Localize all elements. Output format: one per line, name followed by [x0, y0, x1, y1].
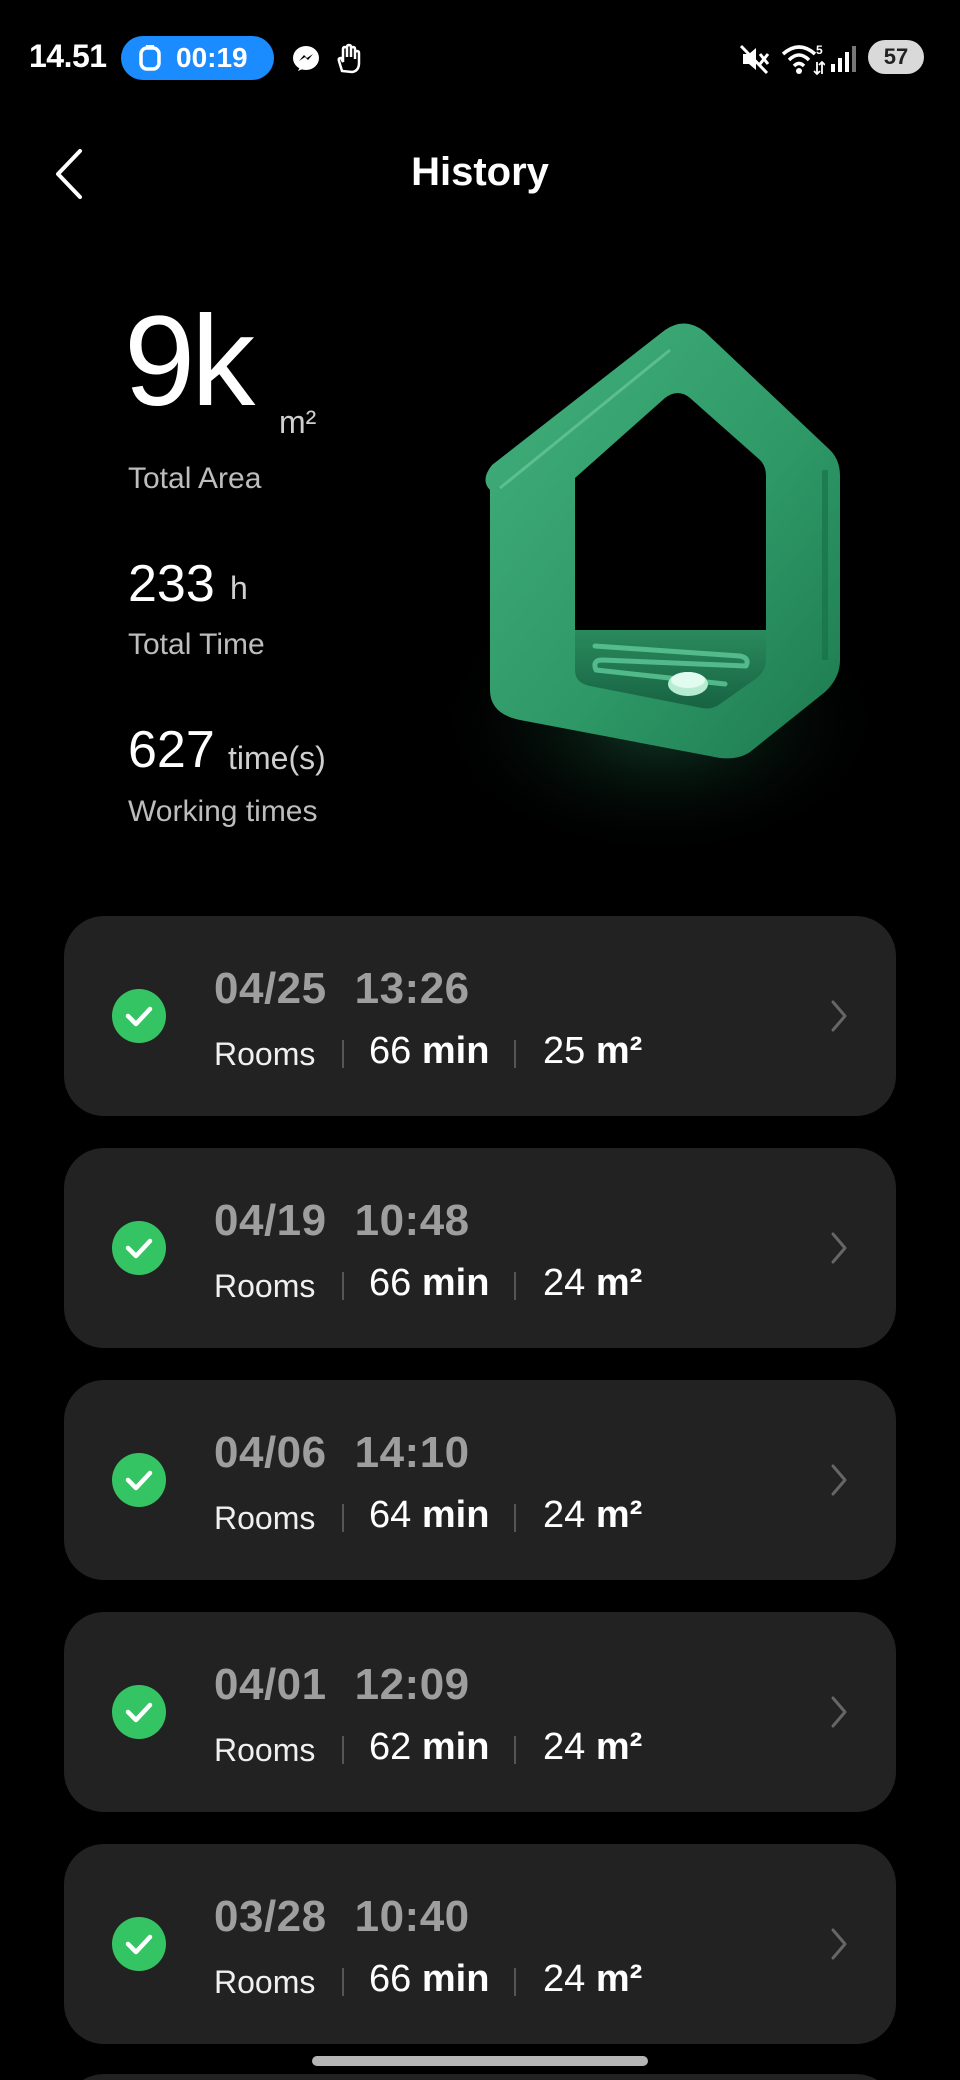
- divider: [514, 1272, 516, 1300]
- divider: [514, 1504, 516, 1532]
- total-time-label: Total Time: [128, 628, 265, 661]
- record-datetime: 04/19 10:48: [214, 1196, 470, 1245]
- divider: [514, 1040, 516, 1068]
- record-duration: 66 min: [369, 1030, 490, 1072]
- hand-gesture-icon: [332, 40, 364, 78]
- record-duration: 62 min: [369, 1726, 490, 1768]
- messenger-icon: [290, 40, 322, 78]
- divider: [342, 1968, 344, 1996]
- record-mode: Rooms: [214, 1268, 316, 1304]
- record-datetime: 04/01 12:09: [214, 1660, 470, 1709]
- chevron-right-icon: [828, 1690, 850, 1734]
- record-mode: Rooms: [214, 1500, 316, 1536]
- record-datetime: 04/06 14:10: [214, 1428, 470, 1477]
- status-bar: 14.51 00:19 5 57: [0, 0, 960, 115]
- record-area: 24 m²: [543, 1494, 643, 1536]
- status-time: 14.51: [29, 38, 107, 74]
- history-record[interactable]: 04/01 12:09 Rooms 62 min 24 m²: [64, 1612, 896, 1812]
- working-times-label: Working times: [128, 795, 318, 828]
- mute-icon: [738, 40, 772, 78]
- working-times-value: 627: [128, 721, 215, 779]
- wifi-icon: 5: [780, 40, 826, 78]
- record-mode: Rooms: [214, 1036, 316, 1072]
- history-record[interactable]: 04/06 14:10 Rooms 64 min 24 m²: [64, 1380, 896, 1580]
- timer-text: 00:19: [176, 42, 248, 73]
- record-duration: 66 min: [369, 1958, 490, 2000]
- total-area-value: 9k: [124, 290, 255, 433]
- history-record[interactable]: 04/25 13:26 Rooms 66 min 25 m²: [64, 916, 896, 1116]
- divider: [342, 1504, 344, 1532]
- home-indicator[interactable]: [312, 2056, 648, 2066]
- stopwatch-icon: [138, 45, 162, 71]
- page-title: History: [411, 150, 549, 194]
- history-record-peek[interactable]: [64, 2074, 896, 2080]
- check-icon: [112, 989, 166, 1043]
- divider: [342, 1736, 344, 1764]
- chevron-right-icon: [828, 994, 850, 1038]
- record-datetime: 03/28 10:40: [214, 1892, 470, 1941]
- record-area: 24 m²: [543, 1958, 643, 2000]
- record-area: 25 m²: [543, 1030, 643, 1072]
- record-area: 24 m²: [543, 1262, 643, 1304]
- timer-pill[interactable]: 00:19: [121, 36, 274, 80]
- record-mode: Rooms: [214, 1964, 316, 2000]
- history-record[interactable]: 03/28 10:40 Rooms 66 min 24 m²: [64, 1844, 896, 2044]
- house-illustration: [420, 300, 890, 860]
- chevron-right-icon: [828, 1226, 850, 1270]
- total-time-value: 233: [128, 555, 215, 613]
- check-icon: [112, 1917, 166, 1971]
- history-record[interactable]: 04/19 10:48 Rooms 66 min 24 m²: [64, 1148, 896, 1348]
- total-area-unit: m²: [279, 404, 317, 440]
- record-duration: 64 min: [369, 1494, 490, 1536]
- record-duration: 66 min: [369, 1262, 490, 1304]
- signal-icon: [828, 40, 858, 78]
- record-datetime: 04/25 13:26: [214, 964, 470, 1013]
- chevron-right-icon: [828, 1922, 850, 1966]
- check-icon: [112, 1453, 166, 1507]
- record-area: 24 m²: [543, 1726, 643, 1768]
- record-mode: Rooms: [214, 1732, 316, 1768]
- chevron-right-icon: [828, 1458, 850, 1502]
- check-icon: [112, 1221, 166, 1275]
- working-times-unit: time(s): [228, 740, 326, 776]
- divider: [342, 1272, 344, 1300]
- history-screen: 14.51 00:19 5 57 History 9k m² Total Are…: [0, 0, 960, 2080]
- total-area-label: Total Area: [128, 462, 262, 495]
- divider: [514, 1736, 516, 1764]
- total-time-unit: h: [230, 570, 248, 606]
- divider: [342, 1040, 344, 1068]
- check-icon: [112, 1685, 166, 1739]
- battery-indicator: 57: [868, 40, 924, 74]
- divider: [514, 1968, 516, 1996]
- svg-text:5: 5: [816, 43, 823, 57]
